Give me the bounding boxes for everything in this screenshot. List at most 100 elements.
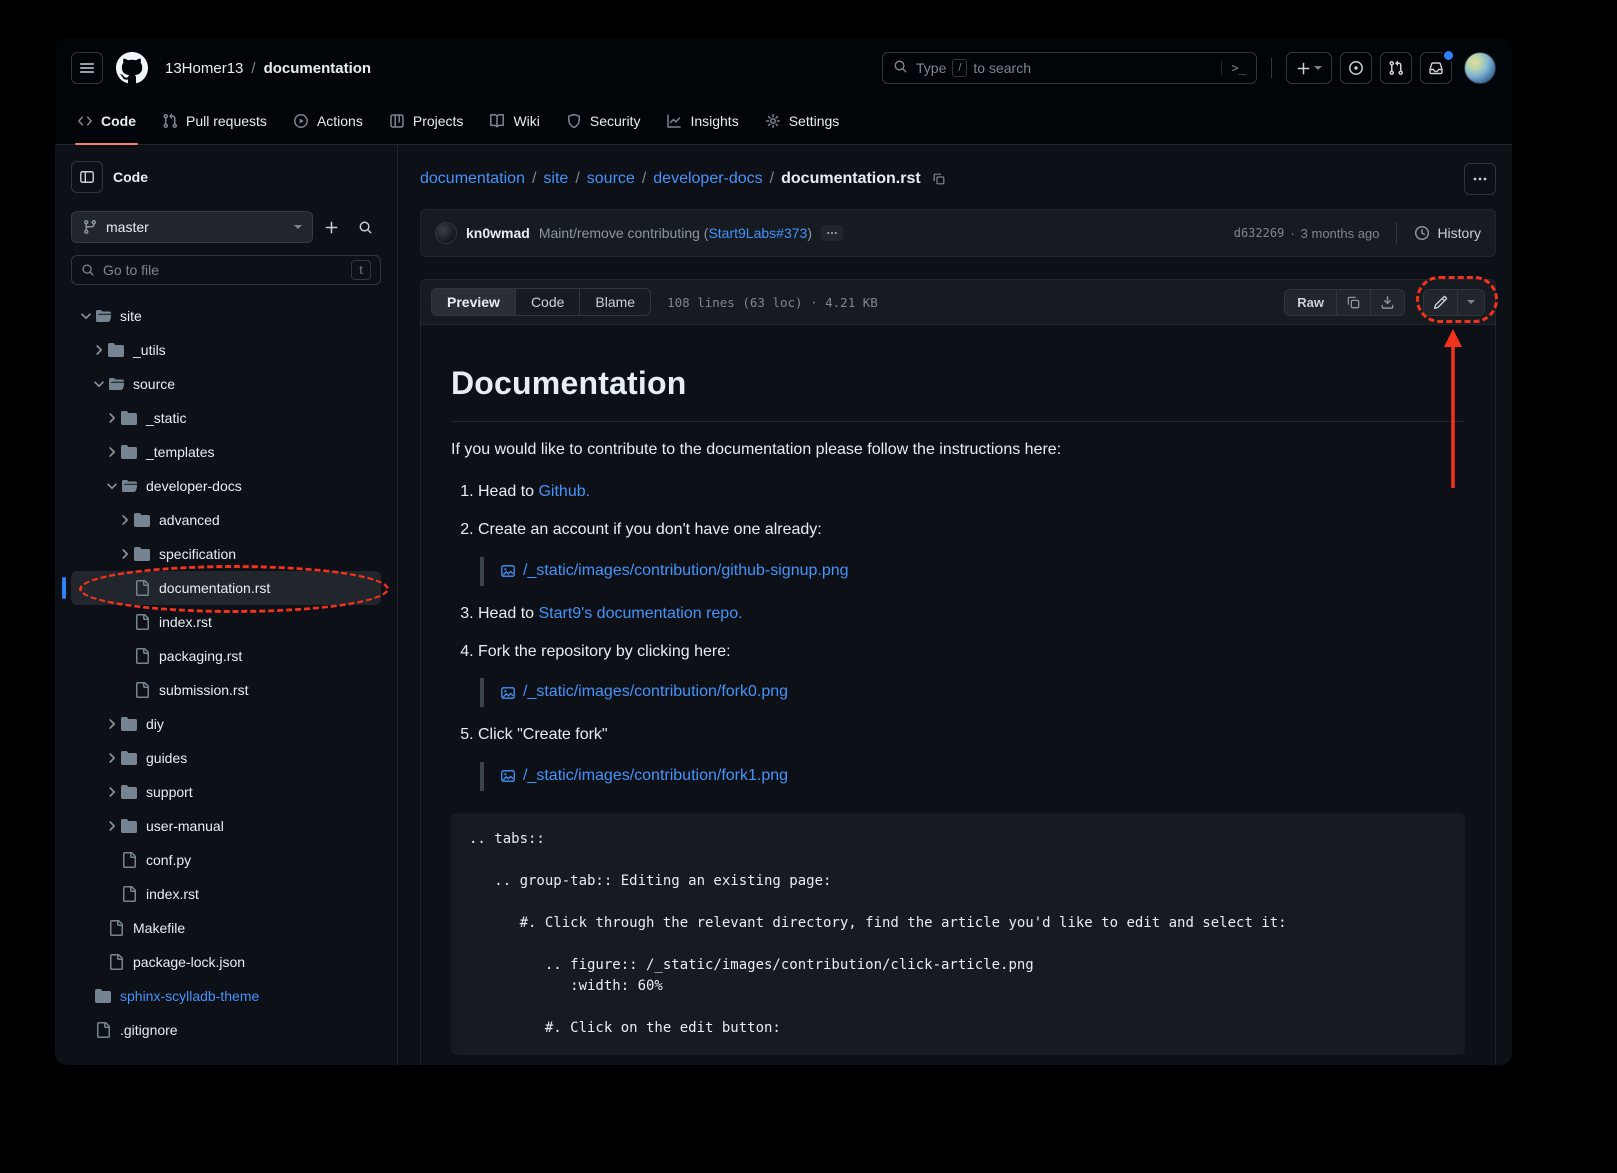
tree-item-user-manual[interactable]: user-manual	[71, 809, 381, 843]
global-search-input[interactable]: Type / to search >_	[882, 52, 1257, 84]
nav-tab-security[interactable]: Security	[556, 98, 651, 144]
image-path-link[interactable]: /_static/images/contribution/fork1.png	[523, 764, 788, 789]
breadcrumb-link-source[interactable]: source	[587, 170, 635, 188]
inbox-button[interactable]	[1420, 52, 1452, 84]
commit-pr-link[interactable]: Start9Labs#373	[708, 225, 807, 241]
tree-item-gitignore[interactable]: .gitignore	[71, 1013, 381, 1047]
tree-item-site[interactable]: site	[71, 299, 381, 333]
search-icon	[81, 263, 95, 277]
caret-down-icon	[294, 225, 302, 229]
search-code-button[interactable]	[349, 211, 381, 243]
chevron-right-icon[interactable]	[103, 784, 121, 800]
nav-tab-code[interactable]: Code	[67, 98, 146, 144]
nav-tab-settings[interactable]: Settings	[755, 98, 850, 144]
copy-raw-button[interactable]	[1336, 290, 1370, 315]
tree-item-advanced[interactable]: advanced	[71, 503, 381, 537]
commit-author[interactable]: kn0wmad	[466, 225, 530, 241]
tree-item-diy[interactable]: diy	[71, 707, 381, 741]
tree-item-documentation-rst[interactable]: documentation.rst	[71, 571, 381, 605]
pull-requests-button[interactable]	[1380, 52, 1412, 84]
step-link[interactable]: Start9's documentation repo.	[538, 605, 742, 622]
go-to-file-input[interactable]: Go to file t	[71, 255, 381, 285]
hamburger-menu-button[interactable]	[71, 52, 103, 84]
nav-tab-pull-requests[interactable]: Pull requests	[152, 98, 277, 144]
tree-item-support[interactable]: support	[71, 775, 381, 809]
issues-button[interactable]	[1340, 52, 1372, 84]
tree-item-static[interactable]: _static	[71, 401, 381, 435]
header-owner-link[interactable]: 13Homer13	[165, 60, 243, 77]
nav-tab-projects[interactable]: Projects	[379, 98, 474, 144]
tree-item-developer-docs[interactable]: developer-docs	[71, 469, 381, 503]
edit-dropdown-button[interactable]	[1457, 290, 1484, 315]
tree-item-label: submission.rst	[159, 682, 248, 698]
tree-item-specification[interactable]: specification	[71, 537, 381, 571]
image-path-link[interactable]: /_static/images/contribution/github-sign…	[523, 559, 849, 584]
search-icon	[358, 220, 373, 235]
chevron-right-icon[interactable]	[90, 342, 108, 358]
nav-tab-actions[interactable]: Actions	[283, 98, 373, 144]
github-logo-icon[interactable]	[115, 51, 149, 85]
chevron-right-icon[interactable]	[103, 716, 121, 732]
commit-sha[interactable]: d632269	[1234, 226, 1285, 240]
tree-item-submission-rst[interactable]: submission.rst	[71, 673, 381, 707]
chevron-right-icon[interactable]	[116, 546, 134, 562]
view-tab-preview[interactable]: Preview	[432, 289, 515, 315]
edit-button[interactable]	[1424, 290, 1457, 315]
chevron-right-icon[interactable]	[116, 512, 134, 528]
settings-icon	[765, 113, 781, 129]
nav-tab-label: Settings	[789, 113, 840, 129]
chevron-right-icon[interactable]	[103, 818, 121, 834]
breadcrumb-link-documentation[interactable]: documentation	[420, 170, 525, 188]
raw-button-group: Raw	[1284, 289, 1405, 316]
create-new-button[interactable]	[1286, 52, 1332, 84]
sidebar-title: Code	[113, 169, 148, 185]
raw-button[interactable]: Raw	[1285, 290, 1336, 315]
tree-item-label: site	[120, 308, 142, 324]
step-text: Head to	[478, 605, 538, 622]
tree-item-packaging-rst[interactable]: packaging.rst	[71, 639, 381, 673]
download-button[interactable]	[1370, 290, 1404, 315]
tree-item-makefile[interactable]: Makefile	[71, 911, 381, 945]
tree-item-package-lock-json[interactable]: package-lock.json	[71, 945, 381, 979]
more-options-button[interactable]	[1464, 163, 1496, 195]
nav-tab-wiki[interactable]: Wiki	[479, 98, 549, 144]
broken-image-icon	[500, 563, 516, 579]
tree-item-sphinx-scylladb-theme[interactable]: sphinx-scylladb-theme	[71, 979, 381, 1013]
nav-tab-label: Actions	[317, 113, 363, 129]
history-button[interactable]: History	[1414, 225, 1481, 241]
collapse-sidebar-button[interactable]	[71, 161, 103, 193]
doc-step-2: Create an account if you don't have one …	[478, 518, 1465, 586]
view-tab-code[interactable]: Code	[515, 289, 579, 315]
chevron-down-icon[interactable]	[77, 308, 95, 324]
add-file-button[interactable]	[315, 211, 347, 243]
nav-tab-insights[interactable]: Insights	[656, 98, 748, 144]
branch-selector[interactable]: master	[71, 211, 313, 243]
tree-item-guides[interactable]: guides	[71, 741, 381, 775]
copy-path-button[interactable]	[932, 172, 946, 186]
plus-icon	[324, 220, 339, 235]
breadcrumb-link-site[interactable]: site	[543, 170, 568, 188]
view-tab-blame[interactable]: Blame	[579, 289, 650, 315]
command-palette-icon[interactable]: >_	[1221, 61, 1246, 75]
tree-item-index-rst[interactable]: index.rst	[71, 877, 381, 911]
chevron-right-icon[interactable]	[103, 750, 121, 766]
file-icon	[95, 1022, 111, 1038]
tree-item-templates[interactable]: _templates	[71, 435, 381, 469]
tree-item-utils[interactable]: _utils	[71, 333, 381, 367]
tree-item-conf-py[interactable]: conf.py	[71, 843, 381, 877]
issue-opened-icon	[1348, 60, 1364, 76]
header-repo-link[interactable]: documentation	[264, 60, 372, 77]
chevron-down-icon[interactable]	[103, 478, 121, 494]
breadcrumb-link-developer-docs[interactable]: developer-docs	[653, 170, 762, 188]
image-path-link[interactable]: /_static/images/contribution/fork0.png	[523, 680, 788, 705]
chevron-right-icon[interactable]	[103, 410, 121, 426]
step-link[interactable]: Github.	[538, 483, 590, 500]
user-avatar[interactable]	[1464, 52, 1496, 84]
commit-author-avatar[interactable]	[435, 222, 457, 244]
commit-age: 3 months ago	[1301, 226, 1380, 241]
tree-item-index-rst[interactable]: index.rst	[71, 605, 381, 639]
chevron-down-icon[interactable]	[90, 376, 108, 392]
commit-expand-button[interactable]	[821, 225, 843, 241]
chevron-right-icon[interactable]	[103, 444, 121, 460]
tree-item-source[interactable]: source	[71, 367, 381, 401]
